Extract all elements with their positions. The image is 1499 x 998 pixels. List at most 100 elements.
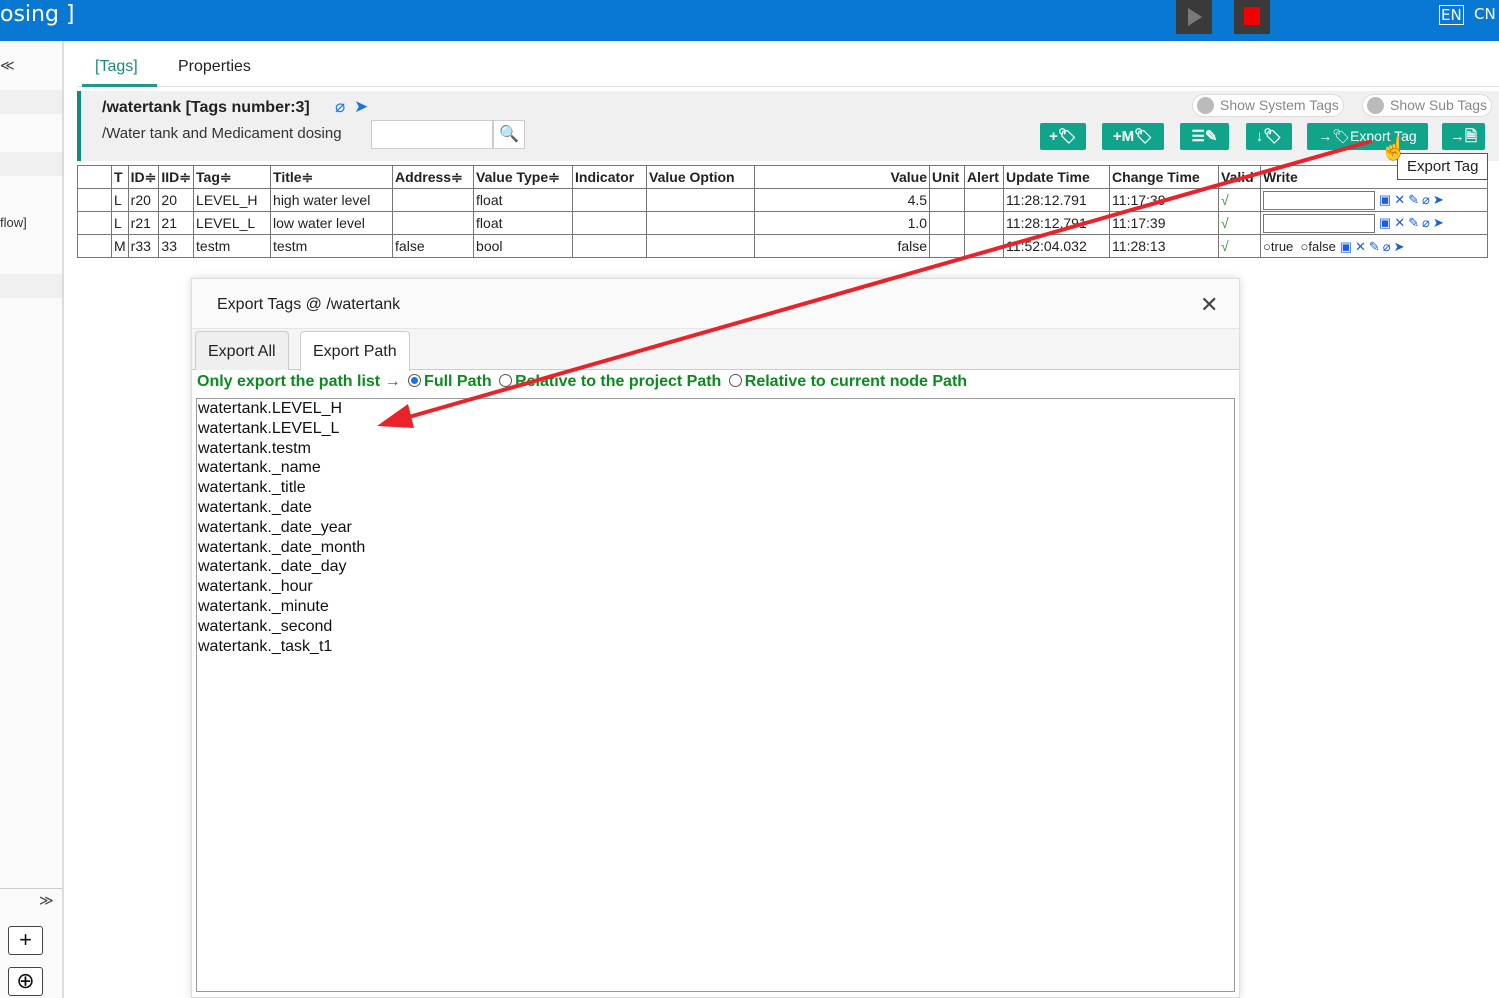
export-options: Only export the path list → Full Path Re… [197, 373, 967, 391]
add-tag-button[interactable]: +🏷 [1040, 123, 1086, 150]
tree-item[interactable] [0, 90, 62, 114]
batch-edit-button[interactable]: ☰✎ [1180, 123, 1229, 150]
cell-value: false [754, 234, 931, 258]
cell-t: L [111, 211, 129, 235]
cell-value: 4.5 [754, 188, 931, 212]
col-tag[interactable]: Tag≑ [193, 165, 272, 189]
search-button[interactable]: 🔍 [493, 120, 525, 149]
table-header-row: T ID≑ IID≑ Tag≑ Title≑ Address≑ Value Ty… [77, 165, 1489, 189]
row-action-icons[interactable]: ▣✕✎⌀➤ [1340, 239, 1408, 254]
path-line: watertank._date_year [198, 518, 352, 536]
cell-iid: 33 [158, 234, 195, 258]
tree-item[interactable] [0, 274, 62, 298]
active-tab-indicator [82, 84, 157, 87]
row-action-icons[interactable]: ▣✕✎⌀➤ [1379, 215, 1447, 230]
path-line: watertank._second [198, 617, 333, 635]
show-sub-tags-toggle[interactable]: Show Sub Tags [1362, 94, 1493, 117]
col-value-type[interactable]: Value Type≑ [473, 165, 574, 189]
tab-export-all[interactable]: Export All [195, 331, 289, 370]
cell-address [392, 211, 475, 235]
col-value-option: Value Option [646, 165, 756, 189]
cell-value-option [646, 234, 756, 258]
table-row[interactable]: L r21 21 LEVEL_L low water level float 1… [77, 211, 1489, 235]
col-title[interactable]: Title≑ [270, 165, 394, 189]
cell-change-time: 11:17:39 [1109, 188, 1220, 212]
row-checkbox[interactable] [77, 211, 112, 235]
node-header: /watertank [Tags number:3] ⌀ ➤ /Water ta… [77, 91, 1499, 161]
cell-write: ▣✕✎⌀➤ [1260, 188, 1489, 212]
toggle-label: Show Sub Tags [1390, 97, 1488, 113]
cell-tag: testm [193, 234, 272, 258]
col-valid: Valid [1218, 165, 1262, 189]
node-path-radio[interactable] [728, 374, 742, 387]
col-value: Value [754, 165, 931, 189]
table-row[interactable]: L r20 20 LEVEL_H high water level float … [77, 188, 1489, 212]
path-line: watertank._title [198, 479, 306, 497]
col-address[interactable]: Address≑ [392, 165, 475, 189]
lang-en-button[interactable]: EN [1439, 5, 1464, 25]
cell-valid: √ [1218, 234, 1262, 258]
export-path-textarea[interactable]: watertank.LEVEL_H watertank.LEVEL_L wate… [196, 398, 1235, 992]
full-path-label[interactable]: Full Path [424, 373, 492, 390]
select-all-checkbox[interactable] [77, 165, 112, 189]
cell-change-time: 11:17:39 [1109, 211, 1220, 235]
tab-tags[interactable]: [Tags] [95, 58, 138, 76]
cell-indicator [572, 234, 648, 258]
cell-update-time: 11:28:12.791 [1003, 211, 1111, 235]
stop-button[interactable] [1234, 0, 1270, 34]
write-true-radio[interactable]: true [1271, 239, 1293, 254]
tree-item[interactable] [0, 152, 62, 176]
path-line: watertank._minute [198, 597, 329, 615]
cell-t: M [111, 234, 129, 258]
show-system-tags-toggle[interactable]: Show System Tags [1192, 94, 1344, 117]
cell-indicator [572, 211, 648, 235]
project-path-label[interactable]: Relative to the project Path [515, 373, 721, 390]
run-button[interactable] [1176, 0, 1212, 34]
cell-value-type: bool [473, 234, 574, 258]
collapse-panel-icon[interactable]: ≪ [0, 57, 15, 74]
hand-cursor-icon: ☝ [1380, 136, 1408, 161]
full-path-radio[interactable] [408, 374, 422, 387]
option-prefix: Only export the path list [197, 373, 381, 390]
node-path-label[interactable]: Relative to current node Path [745, 373, 967, 390]
table-row[interactable]: M r33 33 testm testm false bool false 11… [77, 234, 1489, 258]
add-button[interactable]: + [8, 926, 43, 955]
dialog-header: Export Tags @ /watertank ✕ [192, 279, 1239, 329]
expand-icon[interactable]: ≫ [39, 892, 54, 909]
paperclip-icon[interactable]: ⌀ [335, 97, 345, 117]
write-value-input[interactable] [1263, 213, 1376, 233]
cell-title: testm [270, 234, 394, 258]
row-checkbox[interactable] [77, 234, 112, 258]
tab-properties[interactable]: Properties [178, 58, 251, 76]
send-icon[interactable]: ➤ [354, 97, 368, 117]
search-input[interactable] [371, 120, 493, 149]
top-bar: osing ] EN CN [0, 0, 1499, 41]
col-id[interactable]: ID≑ [127, 165, 160, 189]
path-line: watertank.LEVEL_H [198, 400, 343, 417]
write-value-input[interactable] [1263, 190, 1376, 210]
toggle-knob [1367, 97, 1384, 114]
row-checkbox[interactable] [77, 188, 112, 212]
project-path-radio[interactable] [499, 374, 513, 387]
lang-cn-button[interactable]: CN [1474, 5, 1496, 23]
node-description: /Water tank and Medicament dosing [102, 125, 342, 142]
tree-item-flow[interactable]: flow] [0, 215, 27, 230]
left-panel: ≪ flow] ≫ + ⊕ [0, 41, 64, 998]
cell-address [392, 188, 475, 212]
cell-id: r20 [127, 188, 160, 212]
add-m-tag-button[interactable]: +M🏷 [1102, 123, 1164, 150]
col-iid[interactable]: IID≑ [158, 165, 195, 189]
navigate-button[interactable]: ⊕ [8, 967, 43, 996]
row-action-icons[interactable]: ▣✕✎⌀➤ [1379, 192, 1447, 207]
cell-change-time: 11:28:13 [1109, 234, 1220, 258]
tab-export-path[interactable]: Export Path [300, 331, 410, 371]
divider [0, 888, 62, 889]
import-tag-button[interactable]: ↓🏷 [1246, 123, 1292, 150]
write-false-radio[interactable]: false [1308, 239, 1335, 254]
path-line: watertank._date_day [198, 558, 347, 576]
export-excel-button[interactable]: →🗎 [1442, 123, 1485, 150]
close-icon[interactable]: ✕ [1200, 292, 1218, 318]
export-tag-button[interactable]: →🏷Export Tag [1307, 123, 1428, 150]
col-unit: Unit [929, 165, 966, 189]
cell-address: false [392, 234, 475, 258]
